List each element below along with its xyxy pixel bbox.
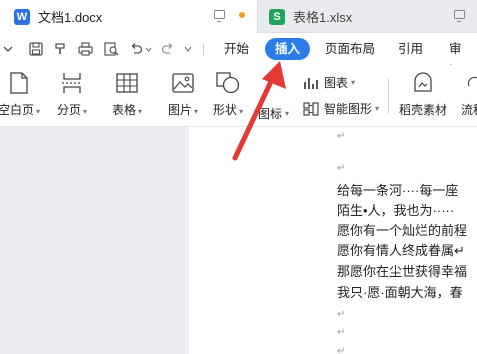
paragraph-mark: ↵ [337, 163, 346, 174]
document-line: 给每一条河····每一座 [337, 183, 459, 198]
paragraph-mark: ↵ [337, 346, 346, 354]
tab-review[interactable]: 审阅 [439, 38, 477, 78]
window-tab-bar: W 文档1.docx S 表格1.xlsx [0, 0, 477, 33]
blank-page-icon [6, 71, 32, 95]
tab-references[interactable]: 引用 [388, 38, 433, 60]
flowchart-label: 流程 [461, 103, 477, 117]
paragraph-mark: ↵ [337, 131, 346, 142]
tab-document-title: 文档1.docx [38, 10, 103, 25]
page-break-button[interactable]: 分页 ▾ [57, 71, 87, 118]
daoke-material-label: 稻壳素材 [399, 103, 448, 117]
document-line: 我只·愿·面朝大海，春 [337, 285, 463, 300]
page-break-label: 分页 [57, 103, 82, 117]
tab-spreadsheet[interactable]: S 表格1.xlsx [259, 0, 477, 33]
picture-button[interactable]: 图片 ▾ [168, 71, 198, 118]
format-painter-icon[interactable] [52, 41, 68, 57]
flowchart-icon [461, 71, 477, 95]
blank-page-button[interactable]: 空白页 ▾ [0, 71, 40, 118]
chart-button[interactable]: 图表 ▾ [303, 74, 355, 91]
table-icon [114, 71, 140, 95]
redo-icon[interactable] [160, 41, 176, 57]
chevron-down-icon[interactable] [0, 41, 16, 57]
menu-divider [203, 44, 204, 56]
blank-page-label: 空白页 [0, 103, 35, 117]
sheet-doc-icon: S [269, 8, 285, 25]
more-dropdown-icon[interactable] [183, 41, 193, 57]
word-doc-icon: W [14, 8, 30, 25]
picture-icon [170, 71, 196, 95]
smart-art-button[interactable]: 智能图形 ▾ [303, 100, 379, 117]
daoke-material-button[interactable]: 稻壳素材 [399, 71, 447, 118]
unsaved-dot-icon [239, 11, 245, 18]
daoke-material-icon [410, 71, 436, 95]
flowchart-button[interactable]: 流程 [461, 71, 477, 118]
tab-spreadsheet-title: 表格1.xlsx [293, 10, 353, 25]
undo-dropdown-icon[interactable] [143, 41, 153, 57]
print-icon[interactable] [77, 41, 93, 57]
monitor-icon[interactable] [214, 10, 225, 22]
ribbon-divider [388, 79, 389, 113]
document-line: 那愿你在尘世获得幸福 [337, 264, 468, 279]
smart-art-label: 智能图形 [324, 102, 373, 116]
table-button[interactable]: 表格 ▾ [112, 71, 142, 118]
tab-document[interactable]: W 文档1.docx [0, 0, 258, 33]
undo-icon[interactable] [128, 41, 144, 57]
monitor-icon[interactable] [454, 10, 465, 22]
chart-label: 图表 [324, 76, 349, 90]
annotation-arrow-icon [232, 61, 286, 161]
document-line: 愿你有一个灿烂的前程 [337, 223, 468, 238]
paragraph-mark: ↵ [337, 327, 346, 338]
print-preview-icon[interactable] [103, 41, 119, 57]
paragraph-mark: ↵ [337, 309, 346, 320]
document-line: 愿你有情人终成眷属↵ [337, 243, 465, 258]
picture-label: 图片 [168, 103, 193, 117]
tab-page-layout[interactable]: 页面布局 [315, 38, 385, 60]
save-icon[interactable] [28, 41, 44, 57]
page-break-icon [59, 71, 85, 95]
chart-icon [304, 77, 318, 89]
table-label: 表格 [112, 103, 137, 117]
document-line: 陌生•人，我也为····· [337, 203, 455, 218]
smart-art-icon [303, 101, 319, 116]
